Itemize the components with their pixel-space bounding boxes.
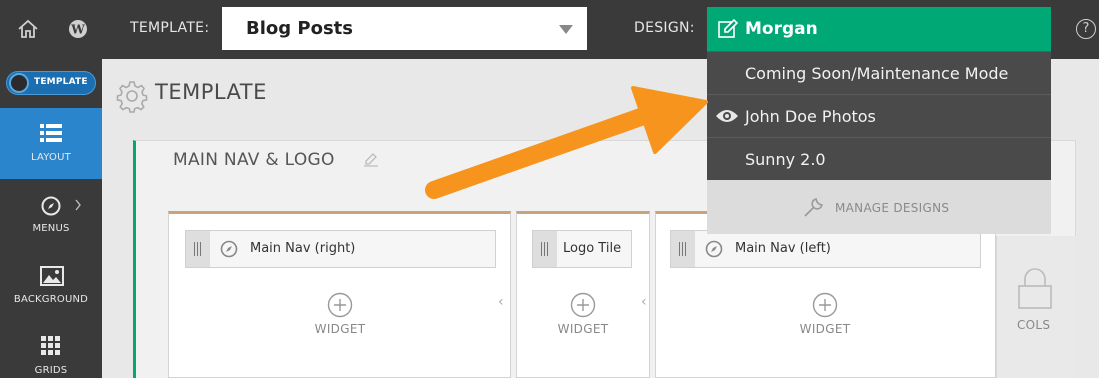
section-title: MAIN NAV & LOGO [173, 150, 335, 170]
list-icon [40, 124, 62, 142]
tile-label: Main Nav (right) [250, 241, 356, 256]
sidebar-item-label: GRIDS [34, 365, 68, 376]
sidebar: TEMPLATE LAYOUT MENUS BACKGROUND GRIDS [0, 59, 102, 378]
design-option[interactable]: John Doe Photos [707, 94, 1051, 137]
lock-icon [1018, 268, 1052, 309]
design-dropdown-selected[interactable]: Morgan [707, 7, 1051, 51]
manage-designs-button[interactable]: MANAGE DESIGNS [707, 180, 1051, 234]
toggle-knob [9, 73, 29, 93]
image-icon [40, 266, 64, 286]
drag-handle[interactable] [533, 231, 557, 267]
chevron-left-icon[interactable]: ‹ [641, 294, 647, 310]
tile-main-nav-right[interactable]: Main Nav (right) [185, 230, 496, 268]
tile-label: Main Nav (left) [735, 241, 831, 256]
design-option[interactable]: Coming Soon/Maintenance Mode [707, 51, 1051, 94]
compass-icon [705, 240, 723, 258]
sidebar-item-background[interactable]: BACKGROUND [0, 250, 102, 321]
design-label: DESIGN: [634, 20, 695, 36]
edit-icon [718, 18, 739, 38]
sidebar-item-menus[interactable]: MENUS [0, 179, 102, 250]
design-option-label: Sunny 2.0 [745, 150, 826, 169]
grid-icon [41, 336, 60, 355]
chevron-left-icon[interactable]: ‹ [498, 294, 504, 310]
drag-handle[interactable] [186, 231, 210, 267]
design-option-label: John Doe Photos [745, 107, 876, 126]
design-selected-label: Morgan [745, 19, 818, 39]
page-title: TEMPLATE [155, 80, 267, 104]
tile-main-nav-left[interactable]: Main Nav (left) [670, 230, 981, 268]
add-widget-button[interactable]: WIDGET [300, 292, 380, 336]
edit-icon[interactable] [363, 151, 379, 167]
compass-icon [220, 240, 238, 258]
sidebar-item-label: MENUS [32, 223, 70, 234]
plus-circle-icon [812, 292, 838, 318]
add-widget-button[interactable]: WIDGET [543, 292, 623, 336]
chevron-right-icon [75, 199, 81, 211]
template-select[interactable]: Blog Posts [222, 7, 587, 50]
manage-designs-label: MANAGE DESIGNS [835, 201, 950, 215]
chevron-down-icon [559, 25, 573, 34]
sidebar-item-label: LAYOUT [31, 152, 71, 163]
wrench-icon [804, 198, 823, 217]
home-icon[interactable] [16, 17, 40, 41]
sidebar-item-layout[interactable]: LAYOUT [0, 108, 102, 179]
cols-lock-button[interactable]: COLS [996, 236, 1076, 378]
sidebar-item-grids[interactable]: GRIDS [0, 321, 102, 378]
gear-icon [116, 81, 148, 113]
tile-label: Logo Tile [563, 241, 622, 256]
tile-logo[interactable]: Logo Tile [532, 230, 632, 268]
template-toggle-label: TEMPLATE [34, 77, 88, 87]
widget-label: WIDGET [557, 322, 609, 336]
help-icon[interactable]: ? [1076, 19, 1096, 39]
template-select-value: Blog Posts [246, 18, 353, 39]
widget-label: WIDGET [799, 322, 851, 336]
sidebar-item-label: BACKGROUND [13, 294, 89, 305]
compass-icon [41, 196, 61, 216]
design-dropdown[interactable]: Morgan Coming Soon/Maintenance Mode John… [707, 7, 1051, 234]
add-widget-button[interactable]: WIDGET [785, 292, 865, 336]
svg-text:W: W [70, 23, 85, 37]
drag-handle[interactable] [671, 231, 695, 267]
eye-icon [716, 110, 738, 122]
design-option[interactable]: Sunny 2.0 [707, 137, 1051, 180]
template-toggle[interactable]: TEMPLATE [6, 71, 96, 95]
plus-circle-icon [327, 292, 353, 318]
plus-circle-icon [570, 292, 596, 318]
cols-label: COLS [1017, 318, 1051, 332]
design-option-label: Coming Soon/Maintenance Mode [745, 64, 1009, 83]
wordpress-icon[interactable]: W [66, 17, 90, 41]
template-label: TEMPLATE: [130, 20, 210, 36]
widget-label: WIDGET [314, 322, 366, 336]
